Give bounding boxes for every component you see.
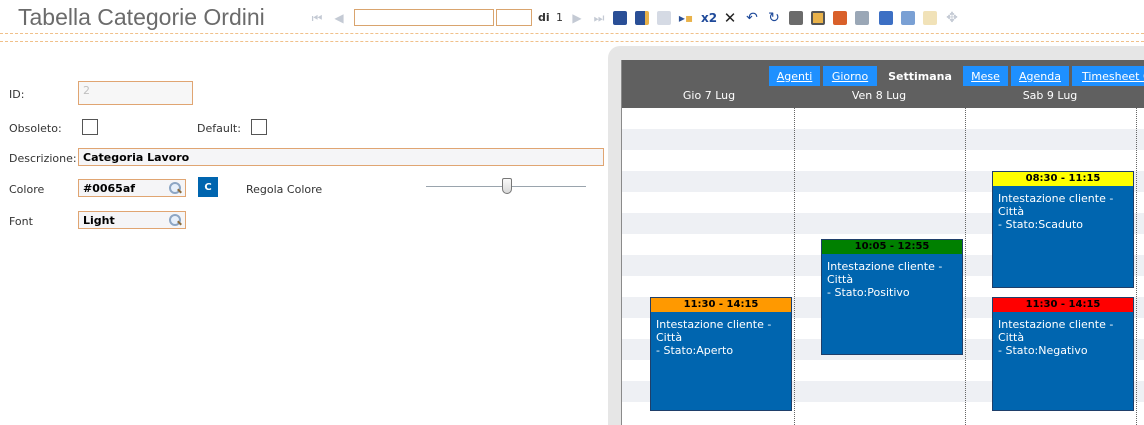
obsoleto-label: Obsoleto:: [9, 122, 62, 135]
calendar-preview: Agenti Giorno Settimana Mese Agenda Time…: [621, 60, 1144, 425]
colore-field[interactable]: #0065af: [78, 179, 186, 197]
day-column-divider: [1136, 108, 1137, 425]
last-record-icon[interactable]: ⏭: [592, 8, 606, 28]
event-title: Intestazione cliente - Città: [998, 192, 1114, 218]
list-view-icon[interactable]: [878, 8, 894, 28]
font-label: Font: [9, 215, 33, 228]
colore-value: #0065af: [83, 182, 136, 195]
descrizione-label: Descrizione:: [9, 152, 77, 165]
new-document-icon[interactable]: [656, 8, 672, 28]
tab-giorno[interactable]: Giorno: [823, 66, 877, 86]
day-header-thu: Gio 7 Lug: [682, 89, 736, 102]
colore-search-icon[interactable]: [168, 181, 182, 195]
id-label: ID:: [9, 88, 25, 101]
page-number-input[interactable]: [496, 9, 532, 26]
tab-settimana[interactable]: Settimana: [880, 66, 960, 86]
day-column-divider: [794, 108, 795, 425]
tab-agenda[interactable]: Agenda: [1011, 66, 1069, 86]
calendar-event[interactable]: 11:30 - 14:15 Intestazione cliente - Cit…: [650, 297, 792, 411]
page-of-label: di: [538, 11, 550, 24]
previous-record-icon[interactable]: ◀: [332, 8, 346, 28]
page-total: 1: [556, 11, 563, 24]
undo-icon[interactable]: ↶: [744, 8, 760, 28]
font-value: Light: [83, 214, 115, 227]
event-status: - Stato:Scaduto: [998, 218, 1084, 231]
colore-label: Colore: [9, 183, 45, 196]
regola-colore-label: Regola Colore: [246, 183, 323, 196]
record-search-input[interactable]: [354, 9, 494, 26]
font-search-icon[interactable]: [168, 213, 182, 227]
folder-icon[interactable]: [922, 8, 938, 28]
day-header-sat: Sab 9 Lug: [1022, 89, 1078, 102]
day-header-fri: Ven 8 Lug: [851, 89, 907, 102]
event-time: 08:30 - 11:15: [993, 172, 1133, 186]
event-time: 10:05 - 12:55: [822, 240, 962, 254]
obsoleto-checkbox[interactable]: [82, 119, 98, 135]
page-title: Tabella Categorie Ordini: [18, 4, 265, 30]
tab-mese[interactable]: Mese: [963, 66, 1008, 86]
id-field: 2: [78, 81, 193, 105]
descrizione-field[interactable]: Categoria Lavoro: [78, 148, 604, 166]
font-field[interactable]: Light: [78, 211, 186, 229]
move-icon[interactable]: ✥: [944, 8, 960, 28]
event-title: Intestazione cliente - Città: [656, 318, 772, 344]
tab-agenti[interactable]: Agenti: [769, 66, 820, 86]
refresh-icon[interactable]: ↻: [766, 8, 782, 28]
default-checkbox[interactable]: [251, 119, 267, 135]
x2-button[interactable]: x2: [700, 8, 718, 28]
event-title: Intestazione cliente - Città: [827, 260, 943, 286]
default-label: Default:: [197, 122, 241, 135]
copy-icon[interactable]: [810, 8, 826, 28]
event-title: Intestazione cliente - Città: [998, 318, 1114, 344]
export-icon[interactable]: [832, 8, 848, 28]
print-icon[interactable]: [854, 8, 870, 28]
event-status: - Stato:Positivo: [827, 286, 910, 299]
preview-icon[interactable]: [900, 8, 916, 28]
calendar-header: Agenti Giorno Settimana Mese Agenda Time…: [622, 60, 1144, 108]
event-status: - Stato:Aperto: [656, 344, 734, 357]
next-record-icon[interactable]: ▶: [570, 8, 584, 28]
save-icon[interactable]: [612, 8, 628, 28]
event-status: - Stato:Negativo: [998, 344, 1088, 357]
calendar-event[interactable]: 11:30 - 14:15 Intestazione cliente - Cit…: [992, 297, 1134, 411]
header-separator: [0, 33, 1144, 42]
day-column-divider: [965, 108, 966, 425]
save-as-icon[interactable]: [634, 8, 650, 28]
regola-colore-slider-handle[interactable]: [502, 178, 512, 194]
color-picker-button[interactable]: C: [198, 177, 218, 197]
event-time: 11:30 - 14:15: [993, 298, 1133, 312]
document-icon[interactable]: [788, 8, 804, 28]
calendar-event[interactable]: 10:05 - 12:55 Intestazione cliente - Cit…: [821, 239, 963, 355]
delete-icon[interactable]: ✕: [722, 8, 738, 28]
duplicate-icon[interactable]: ▸ ▪: [678, 8, 694, 28]
first-record-icon[interactable]: ⏮: [310, 8, 324, 28]
time-row: [622, 129, 1144, 150]
tab-timesheet[interactable]: Timesheet C: [1072, 66, 1144, 86]
event-time: 11:30 - 14:15: [651, 298, 791, 312]
calendar-event[interactable]: 08:30 - 11:15 Intestazione cliente - Cit…: [992, 171, 1134, 288]
